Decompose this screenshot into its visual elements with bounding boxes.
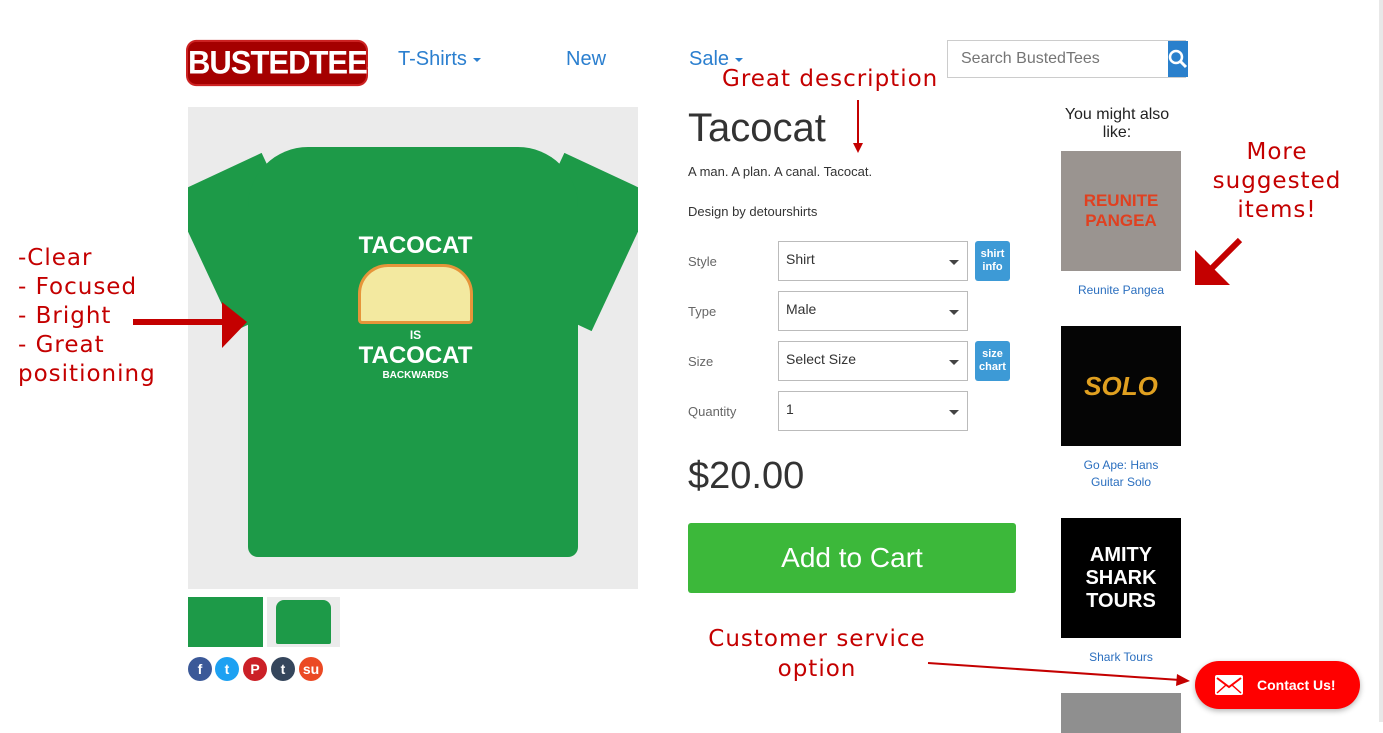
art-text: REUNITE PANGEA xyxy=(1083,191,1159,230)
chevron-down-icon xyxy=(949,410,959,415)
stumbleupon-icon[interactable]: su xyxy=(299,657,323,681)
product-title: Tacocat xyxy=(688,106,826,150)
suggestion-image[interactable] xyxy=(1061,693,1181,733)
style-select[interactable]: Shirt xyxy=(778,241,968,281)
chevron-down-icon xyxy=(949,360,959,365)
art-text: AMITY SHARK TOURS xyxy=(1085,543,1157,612)
suggestion-link[interactable]: Shark Tours xyxy=(1051,649,1191,666)
designer-credit: Design by detourshirts xyxy=(688,204,818,219)
logo[interactable]: BUSTEDTEES xyxy=(188,42,387,84)
product-image[interactable]: TACOCAT IS TACOCAT BACKWARDS xyxy=(188,107,638,589)
chevron-down-icon xyxy=(949,260,959,265)
nav-new[interactable]: New xyxy=(566,48,606,71)
caret-down-icon xyxy=(472,57,481,62)
select-value: Select Size xyxy=(786,351,857,367)
shirt-art: TACOCAT IS TACOCAT BACKWARDS xyxy=(358,232,473,381)
suggestion-image[interactable]: AMITY SHARK TOURS xyxy=(1061,518,1181,638)
select-value: Shirt xyxy=(786,251,815,267)
search-bar xyxy=(947,40,1188,78)
suggestion-link[interactable]: Reunite Pangea xyxy=(1051,282,1191,299)
quantity-label: Quantity xyxy=(688,404,737,419)
contact-label: Contact Us! xyxy=(1257,677,1336,693)
size-chart-button[interactable]: size chart xyxy=(975,341,1010,381)
caret-down-icon xyxy=(735,57,744,62)
nav-label: T-Shirts xyxy=(398,48,467,70)
type-select[interactable]: Male xyxy=(778,291,968,331)
price: $20.00 xyxy=(688,455,805,497)
search-icon xyxy=(1168,49,1188,69)
suggestions-heading: You might also like: xyxy=(1064,106,1170,141)
suggestion-image[interactable]: SOLO xyxy=(1061,326,1181,446)
add-to-cart-button[interactable]: Add to Cart xyxy=(688,523,1016,593)
chevron-down-icon xyxy=(949,310,959,315)
annotation-suggested: More suggested items! xyxy=(1212,139,1342,223)
suggestion-link[interactable]: Go Ape: Hans Guitar Solo xyxy=(1051,457,1191,491)
annotation-image: -Clear - Focused - Bright - Great positionin… xyxy=(18,245,156,387)
thumbnail-shirt[interactable] xyxy=(267,597,340,647)
quantity-select[interactable]: 1 xyxy=(778,391,968,431)
style-label: Style xyxy=(688,254,717,269)
facebook-icon[interactable]: f xyxy=(188,657,212,681)
scrollbar[interactable] xyxy=(1379,0,1383,722)
size-label: Size xyxy=(688,354,714,369)
contact-us-button[interactable]: Contact Us! xyxy=(1195,661,1360,709)
pinterest-icon[interactable]: P xyxy=(243,657,267,681)
thumbnail-art[interactable] xyxy=(188,597,263,647)
size-select[interactable]: Select Size xyxy=(778,341,968,381)
select-value: 1 xyxy=(786,401,794,417)
twitter-icon[interactable]: t xyxy=(215,657,239,681)
search-input[interactable] xyxy=(948,41,1168,77)
select-value: Male xyxy=(786,301,817,317)
suggestion-image[interactable]: REUNITE PANGEA xyxy=(1061,151,1181,271)
art-text: SOLO xyxy=(1084,370,1158,401)
envelope-icon xyxy=(1215,675,1243,695)
product-description: A man. A plan. A canal. Tacocat. xyxy=(688,164,873,179)
arrow-down-left-icon xyxy=(1207,237,1243,273)
search-button[interactable] xyxy=(1168,41,1188,77)
type-label: Type xyxy=(688,304,717,319)
annotation-description: Great description xyxy=(722,66,939,92)
nav-tshirts[interactable]: T-Shirts xyxy=(398,48,481,71)
annotation-service: Customer service option xyxy=(708,626,926,682)
tumblr-icon[interactable]: t xyxy=(271,657,295,681)
shirt-info-button[interactable]: shirt info xyxy=(975,241,1010,281)
